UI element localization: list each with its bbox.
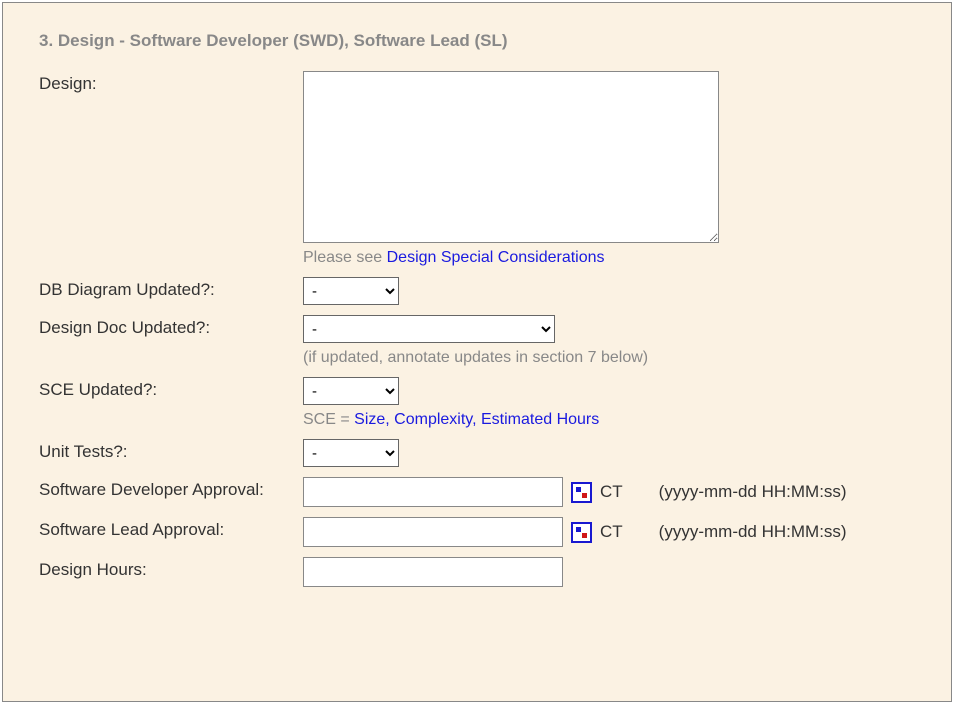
row-design: Design: Please see Design Special Consid… bbox=[39, 71, 921, 267]
calendar-icon[interactable] bbox=[571, 522, 592, 543]
row-sce: SCE Updated?: - SCE = Size, Complexity, … bbox=[39, 377, 921, 429]
design-doc-select[interactable]: - bbox=[303, 315, 555, 343]
sce-definition-link[interactable]: Size, Complexity, Estimated Hours bbox=[354, 411, 599, 428]
db-diagram-label: DB Diagram Updated?: bbox=[39, 277, 303, 302]
swd-approval-format: (yyyy-mm-dd HH:MM:ss) bbox=[659, 482, 847, 502]
sl-approval-label: Software Lead Approval: bbox=[39, 517, 303, 542]
design-hint: Please see Design Special Considerations bbox=[303, 249, 605, 267]
design-hours-label: Design Hours: bbox=[39, 557, 303, 582]
row-unit-tests: Unit Tests?: - bbox=[39, 439, 921, 467]
unit-tests-label: Unit Tests?: bbox=[39, 439, 303, 464]
design-special-considerations-link[interactable]: Design Special Considerations bbox=[387, 249, 605, 266]
swd-approval-tz: CT bbox=[600, 482, 623, 502]
design-doc-label: Design Doc Updated?: bbox=[39, 315, 303, 340]
swd-approval-label: Software Developer Approval: bbox=[39, 477, 303, 502]
sce-hint-prefix: SCE = bbox=[303, 411, 354, 428]
design-hint-prefix: Please see bbox=[303, 249, 387, 266]
row-sl-approval: Software Lead Approval: CT (yyyy-mm-dd H… bbox=[39, 517, 921, 547]
design-hours-input[interactable] bbox=[303, 557, 563, 587]
design-section-panel: 3. Design - Software Developer (SWD), So… bbox=[2, 2, 952, 702]
sl-approval-format: (yyyy-mm-dd HH:MM:ss) bbox=[659, 522, 847, 542]
calendar-icon[interactable] bbox=[571, 482, 592, 503]
sl-approval-tz: CT bbox=[600, 522, 623, 542]
row-db-diagram: DB Diagram Updated?: - bbox=[39, 277, 921, 305]
sce-select[interactable]: - bbox=[303, 377, 399, 405]
swd-approval-input[interactable] bbox=[303, 477, 563, 507]
row-design-hours: Design Hours: bbox=[39, 557, 921, 587]
row-design-doc: Design Doc Updated?: - (if updated, anno… bbox=[39, 315, 921, 367]
section-title: 3. Design - Software Developer (SWD), So… bbox=[39, 31, 921, 51]
sce-label: SCE Updated?: bbox=[39, 377, 303, 402]
row-swd-approval: Software Developer Approval: CT (yyyy-mm… bbox=[39, 477, 921, 507]
sl-approval-input[interactable] bbox=[303, 517, 563, 547]
design-label: Design: bbox=[39, 71, 303, 96]
design-textarea[interactable] bbox=[303, 71, 719, 243]
db-diagram-select[interactable]: - bbox=[303, 277, 399, 305]
sce-hint: SCE = Size, Complexity, Estimated Hours bbox=[303, 411, 599, 429]
unit-tests-select[interactable]: - bbox=[303, 439, 399, 467]
design-doc-hint: (if updated, annotate updates in section… bbox=[303, 349, 648, 367]
